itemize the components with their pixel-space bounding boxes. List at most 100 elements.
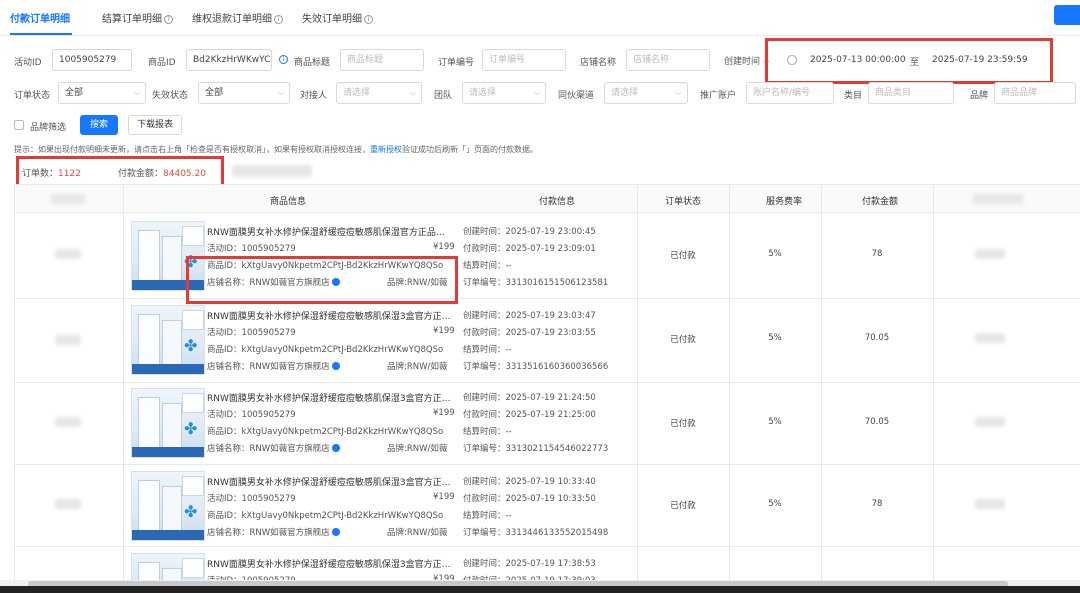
table-row: ✤ RNW面膜男女补水修护保湿舒缓痘痘敏感肌保湿3盒官方正品… 活动ID：100… [15,299,1080,383]
contact-label: 对接人 [300,91,328,101]
order-status: 已付款 [670,335,696,345]
paid-time: 付款时间：2025-07-19 10:33:50 [463,494,596,504]
brand-filter-checkbox[interactable] [14,120,24,130]
order-status-label: 订单状态 [14,91,51,101]
product-name[interactable]: RNW面膜男女补水修护保湿舒缓痘痘敏感肌保湿官方正品… [207,225,452,238]
redacted-cell [55,417,81,427]
paid-time: 付款时间：2025-07-19 23:09:01 [463,244,596,254]
product-image[interactable]: ✤ [131,305,205,375]
redacted-cell [975,499,1005,509]
order-status: 已付款 [670,501,696,511]
chevron-down-icon: ⌵ [133,88,140,97]
created-time: 创建时间：2025-07-19 23:00:45 [463,227,596,237]
download-report-button[interactable]: 下载报表 [128,115,182,135]
product-id: 商品ID：kXtgUavy0Nkpetm2CPtJ-Bd2KkzHrWKwYQ8… [207,427,444,437]
product-title-input[interactable]: 商品标题 [340,49,424,71]
brand-name: 品牌:RNW/如薇 [387,362,448,372]
service-rate: 5% [768,417,782,427]
product-name[interactable]: RNW面膜男女补水修护保湿舒缓痘痘敏感肌保湿3盒官方正品… [207,557,452,570]
tab-refund-orders[interactable]: 维权退款订单明细 i [192,10,283,25]
activity-id-input[interactable]: 1005905279 [52,49,132,71]
order-status: 已付款 [670,251,696,261]
tab-invalid-orders[interactable]: 失效订单明细 i [302,10,373,25]
settled-time: 结算时间：-- [463,427,512,437]
settled-time: 结算时间：-- [463,511,512,521]
verified-badge-icon [331,528,340,536]
activity-id-label: 活动ID [14,58,42,68]
product-image[interactable]: ✤ [131,471,205,541]
contact-select[interactable]: 请选择 ⌵ [336,82,422,104]
invalid-status-label: 失效状态 [152,91,189,101]
product-price: ¥199 [433,408,455,418]
order-number: 订单编号：3313516160360036566 [463,362,609,372]
order-no-input[interactable]: 订单编号 [482,49,566,71]
table-header: 商品信息 付款信息 订单状态 服务费率 付款金额 [15,185,1080,213]
activity-id: 活动ID：1005905279 [207,244,296,254]
product-price: ¥199 [433,492,455,502]
activity-id: 活动ID：1005905279 [207,494,296,504]
paid-time: 付款时间：2025-07-19 21:25:00 [463,410,596,420]
redacted-header [51,194,85,204]
shop-name-input[interactable]: 店铺名称 [626,49,710,71]
paid-time: 付款时间：2025-07-19 23:03:55 [463,328,596,338]
product-title-label: 商品标题 [294,58,331,68]
header-payment-info: 付款信息 [538,197,575,207]
tab-settlement-orders[interactable]: 结算订单明细? [102,10,173,25]
tab-bar: 付款订单明细 结算订单明细? 维权退款订单明细 i 失效订单明细 i [0,0,1080,36]
product-price: ¥199 [433,326,455,336]
chevron-down-icon: ⌵ [675,88,682,97]
tip-text: 提示：如果出现付款明细未更新，请点击右上角「检查是否有授权取消」，如果有授权取消… [14,145,538,154]
product-name[interactable]: RNW面膜男女补水修护保湿舒缓痘痘敏感肌保湿3盒官方正品… [207,309,452,322]
settled-time: 结算时间：-- [463,345,512,355]
brand-label: 品牌 [970,91,989,101]
service-rate: 5% [768,333,782,343]
order-no-label: 订单编号 [438,58,475,68]
created-time: 创建时间：2025-07-19 21:24:50 [463,393,596,403]
verified-badge-icon [331,444,340,452]
time-type-select[interactable]: 创建时间 ⌵ [724,54,770,67]
tab-payment-orders[interactable]: 付款订单明细 [10,10,70,25]
active-tab-indicator [10,33,72,35]
product-image[interactable]: ✤ [131,388,205,458]
pay-amount: 70.05 [864,333,890,343]
team-label: 团队 [434,91,453,101]
order-status-select[interactable]: 全部 ⌵ [58,82,146,104]
orders-table: 商品信息 付款信息 订单状态 服务费率 付款金额 ✤ RNW面膜男女补水修护保湿… [14,184,1080,593]
shop-name: 店铺名称：RNW如薇官方旗舰店 [207,442,340,454]
brand-name: 品牌:RNW/如薇 [387,444,448,454]
pay-amount: 78 [871,249,883,259]
product-name[interactable]: RNW面膜男女补水修护保湿舒缓痘痘敏感肌保湿3盒官方正品… [207,475,452,488]
header-product-info: 商品信息 [269,197,306,207]
table-row: ✤ RNW面膜男女补水修护保湿舒缓痘痘敏感肌保湿官方正品… 活动ID：10059… [15,213,1080,299]
reauthorize-link[interactable]: 重新授权 [370,145,402,154]
created-time: 创建时间：2025-07-19 17:38:53 [463,559,596,569]
table-row: ✤ RNW面膜男女补水修护保湿舒缓痘痘敏感肌保湿3盒官方正品… 活动ID：100… [15,383,1080,465]
header-order-status: 订单状态 [664,197,701,207]
product-id-input[interactable]: Bd2KkzHrWKwYC [186,49,272,71]
peer-channel-label: 同伙渠道 [558,91,595,101]
chevron-down-icon: ⌵ [277,88,284,97]
order-status: 已付款 [670,419,696,429]
brand-filter-label: 品牌筛选 [30,123,67,133]
activity-id: 活动ID：1005905279 [207,328,296,338]
redacted-cell [55,335,81,345]
peer-channel-select[interactable]: 请选择 ⌵ [604,82,688,104]
search-button[interactable]: 搜索 [80,115,118,135]
team-select[interactable]: 请选择 ⌵ [462,82,546,104]
brand-name: 品牌:RNW/如薇 [387,528,448,538]
redacted-cell [55,499,81,509]
table-row: ✤ RNW面膜男女补水修护保湿舒缓痘痘敏感肌保湿3盒官方正品… 活动ID：100… [15,465,1080,547]
product-price: ¥199 [433,242,455,252]
created-time: 创建时间：2025-07-19 10:33:40 [463,477,596,487]
promoter-input[interactable]: 账户名称/编号 [746,82,834,104]
settled-time: 结算时间：-- [463,261,512,271]
pay-amount: 78 [871,499,883,509]
brand-input[interactable]: 商品品牌 [994,82,1076,104]
invalid-status-select[interactable]: 全部 ⌵ [198,82,290,104]
redacted-cell [975,417,1005,427]
product-name[interactable]: RNW面膜男女补水修护保湿舒缓痘痘敏感肌保湿3盒官方正品… [207,391,452,404]
top-right-button[interactable] [1054,5,1080,25]
category-input[interactable]: 商品类目 [868,82,954,104]
redacted-cell [55,249,81,259]
info-icon: ? [164,15,173,24]
